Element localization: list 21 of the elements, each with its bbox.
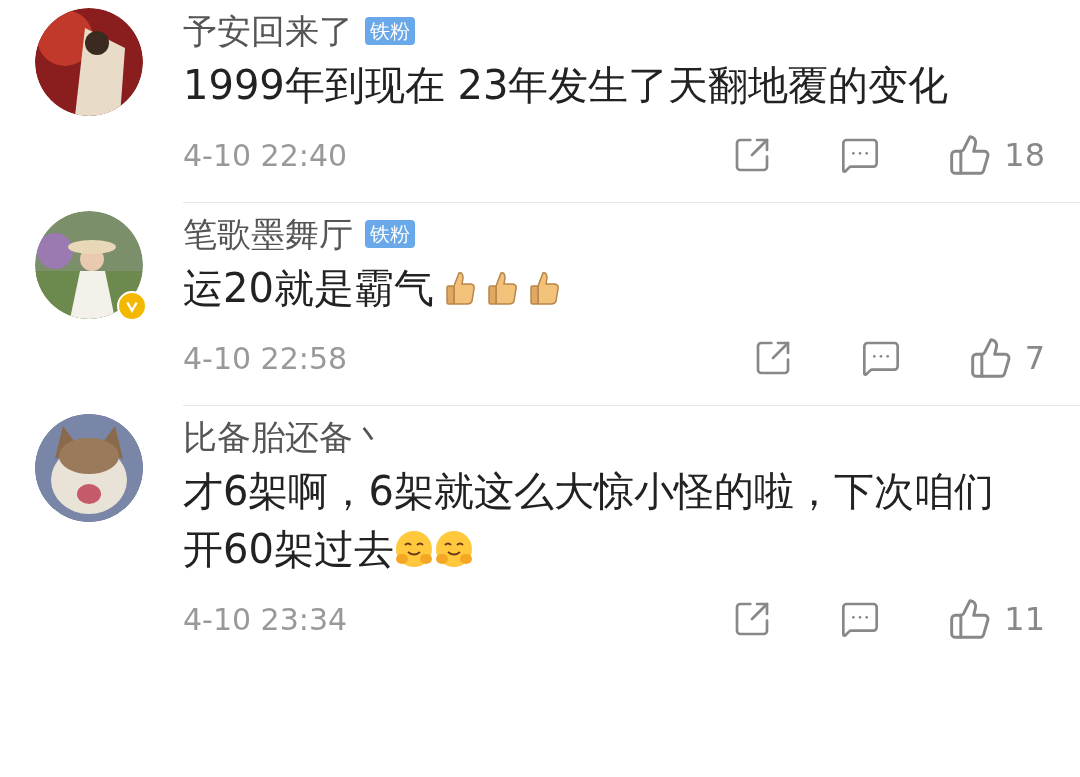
comment-text: 开60架过去 — [183, 525, 394, 574]
timestamp: 4-10 22:58 — [183, 339, 349, 378]
like-count: 11 — [1004, 599, 1045, 640]
comment-text: 运20就是霸气 — [183, 264, 434, 313]
like-icon[interactable] — [968, 336, 1013, 380]
comment-text: 才6架啊，6架就这么大惊小怪的啦，下次咱们 — [183, 467, 994, 516]
username[interactable]: 予安回来了 — [183, 5, 353, 57]
username[interactable]: 比备胎还备丶 — [183, 411, 387, 463]
timestamp: 4-10 22:40 — [183, 136, 349, 175]
smiley-icon — [433, 529, 474, 569]
like-count: 7 — [1024, 338, 1045, 379]
thumbs-up-icon — [527, 270, 560, 306]
thumbs-up-icon — [443, 270, 476, 306]
thumbs-up-icon — [485, 270, 518, 306]
like-count: 18 — [1004, 135, 1045, 176]
fan-badge: 铁粉 — [365, 17, 415, 45]
comment-text: 1999年到现在 23年发生了天翻地覆的变化 — [183, 61, 949, 110]
smiley-icon — [393, 529, 434, 569]
fan-badge: 铁粉 — [365, 220, 415, 248]
username[interactable]: 笔歌墨舞厅 — [183, 208, 353, 260]
timestamp: 4-10 23:34 — [183, 600, 349, 639]
